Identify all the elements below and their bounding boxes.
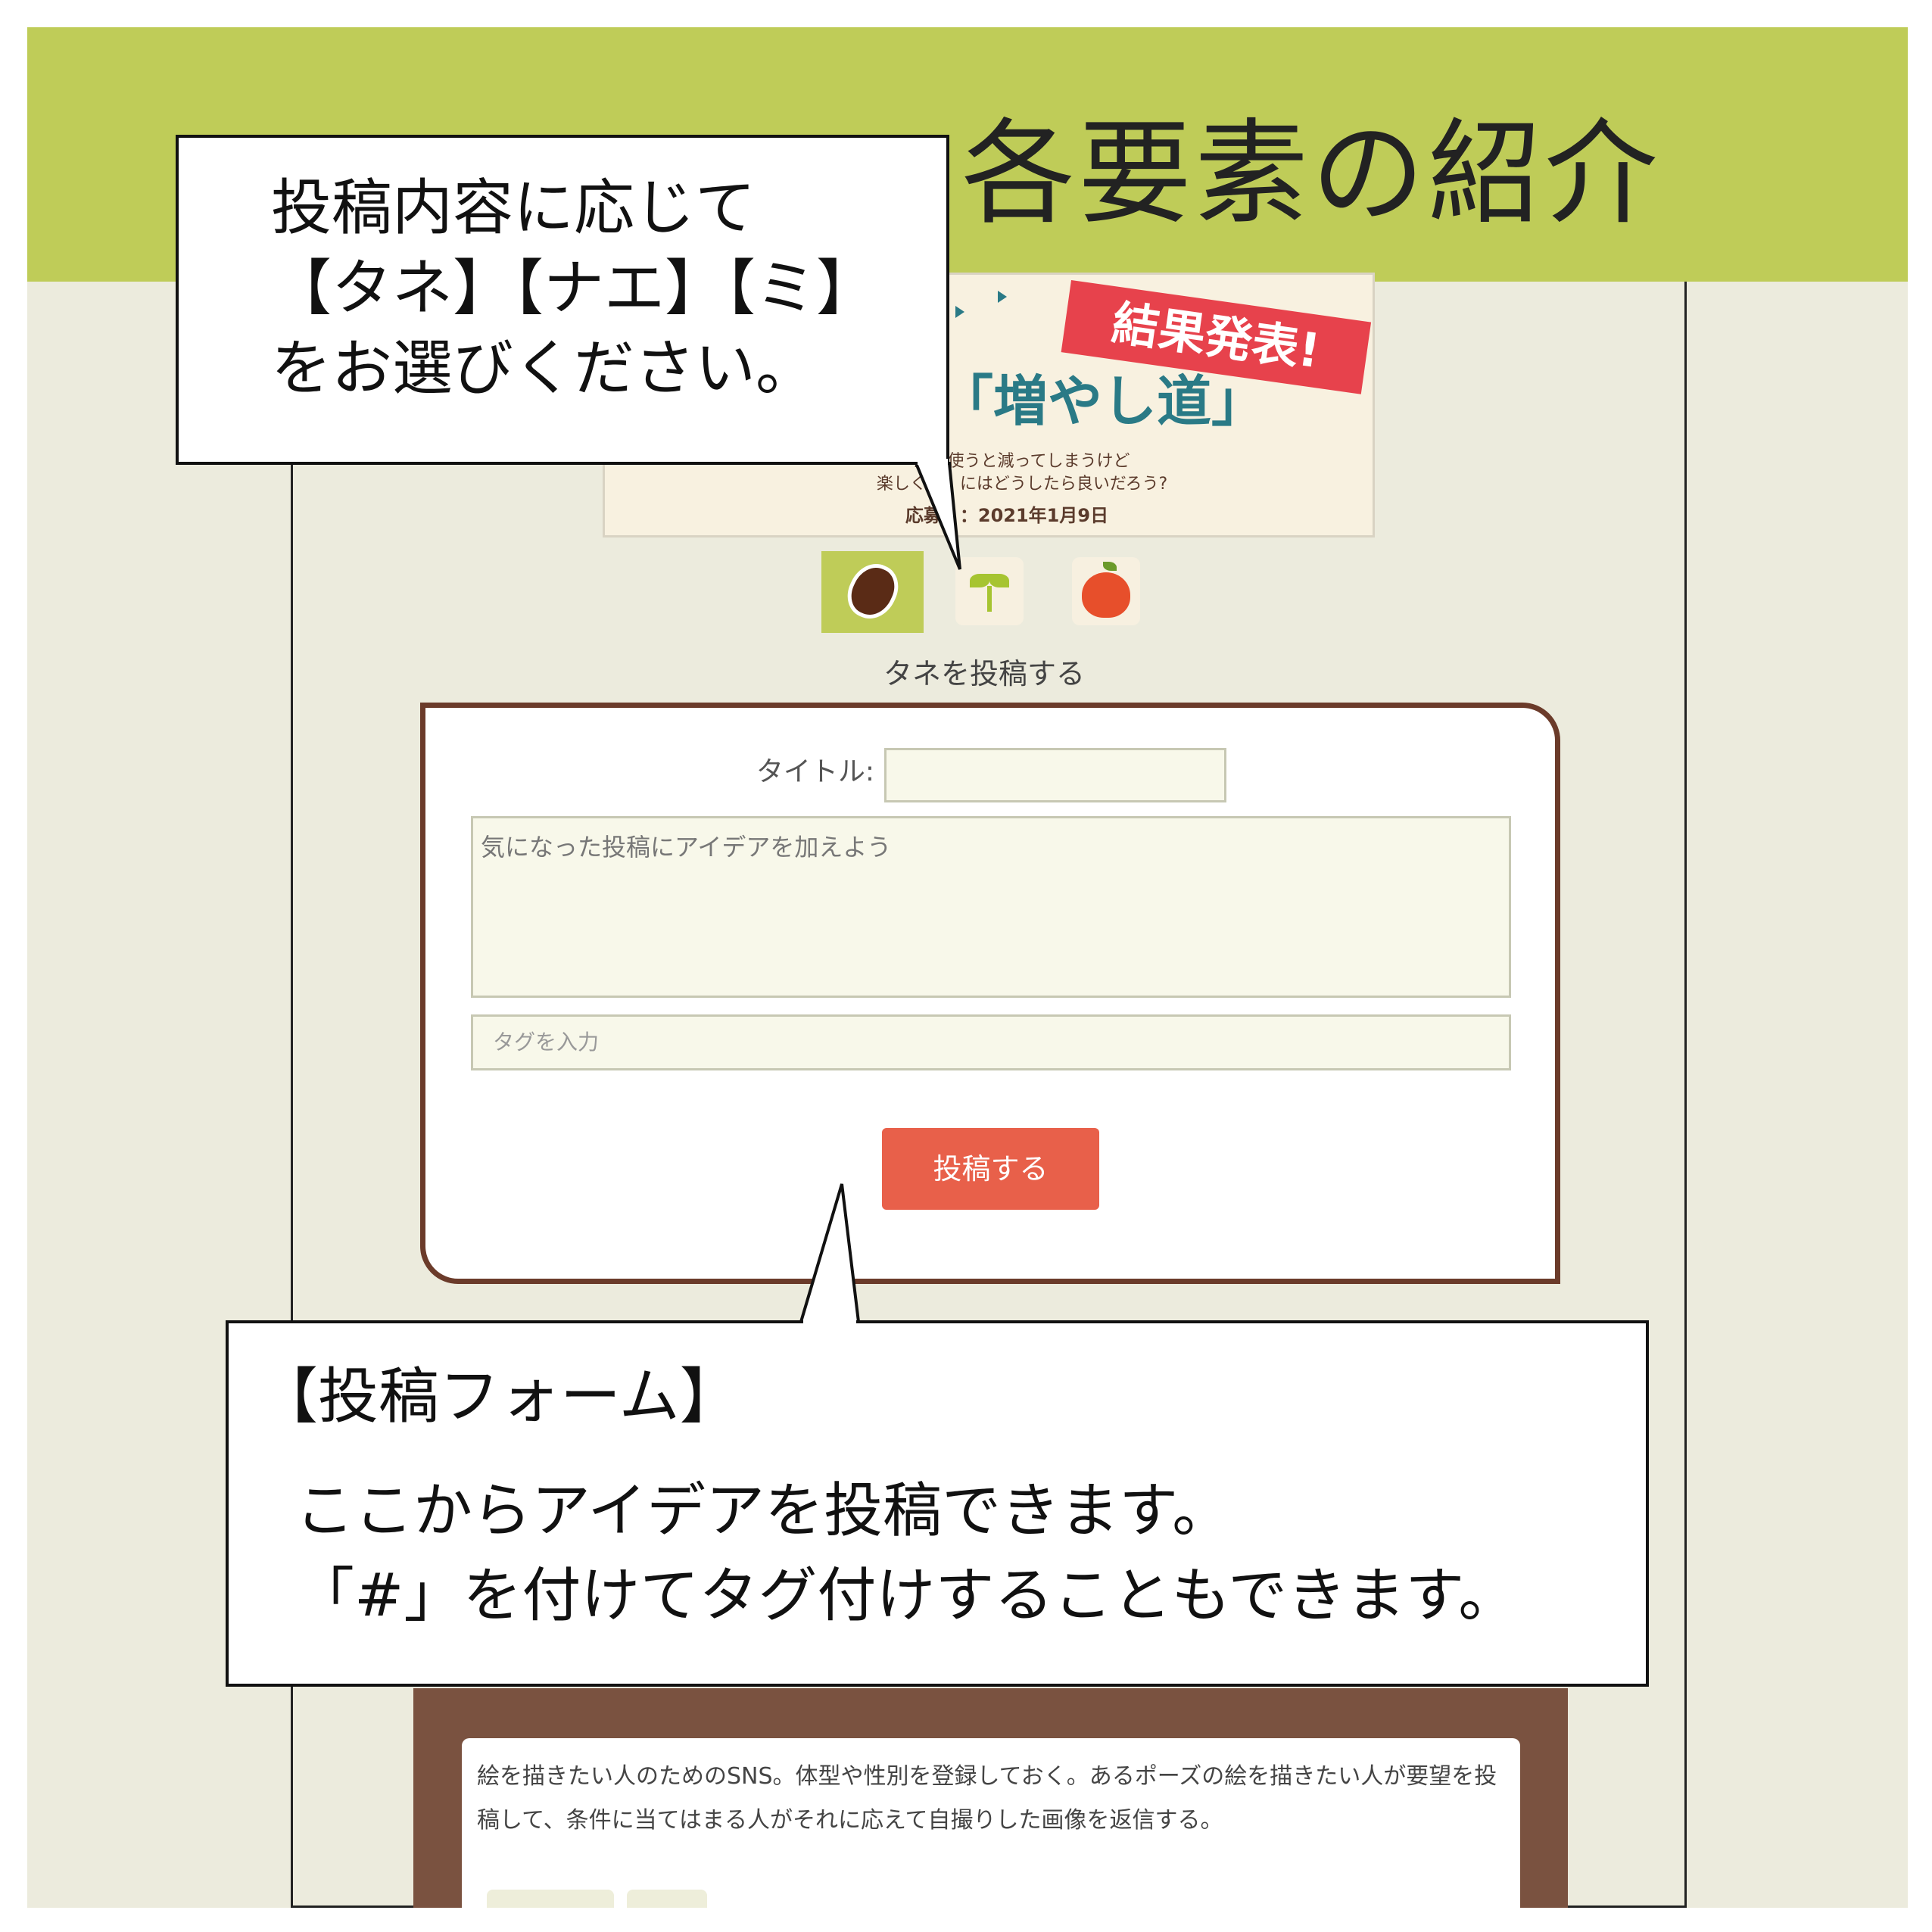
tag-input[interactable]: タグを入力 bbox=[471, 1014, 1511, 1070]
banner-decoration-icon bbox=[998, 291, 1007, 303]
form-heading: タネを投稿する bbox=[883, 657, 1085, 690]
banner-title: 「増やし道」 bbox=[939, 369, 1267, 433]
post-tag[interactable] bbox=[627, 1890, 707, 1908]
callout-type-select-text: 投稿内容に応じて 【タネ】【ナエ】【ミ】 をお選びください。 bbox=[271, 173, 877, 404]
page-title: 各要素の紹介 bbox=[961, 108, 1662, 240]
type-button-apple[interactable] bbox=[1072, 557, 1140, 625]
title-input[interactable] bbox=[884, 748, 1226, 802]
banner-date: 応募 ：2021年1月9日 bbox=[905, 505, 1109, 526]
apple-icon bbox=[1082, 562, 1130, 618]
type-button-seed[interactable] bbox=[839, 556, 907, 627]
sprout-icon bbox=[968, 568, 1011, 615]
title-label: タイトル: bbox=[756, 756, 874, 787]
post-text: 絵を描きたい人のためのSNS。体型や性別を登録しておく。あるポーズの絵を描きたい… bbox=[477, 1763, 1497, 1834]
banner-decoration-icon bbox=[955, 306, 964, 318]
type-button-sprout[interactable] bbox=[955, 557, 1024, 625]
idea-textarea[interactable]: 気になった投稿にアイデアを加えよう bbox=[471, 816, 1511, 998]
callout-post-form-text: ここからアイデアを投稿できます。 「#」を付けてタグ付けすることもできます。 bbox=[295, 1477, 1518, 1630]
callout-post-form-title: 【投稿フォーム】 bbox=[257, 1361, 740, 1432]
seed-icon bbox=[840, 556, 906, 627]
post-tag[interactable] bbox=[487, 1890, 614, 1908]
submit-button[interactable]: 投稿する bbox=[882, 1128, 1099, 1210]
banner-subtitle-line: 楽しく にはどうしたら良いだろう? bbox=[876, 475, 1168, 494]
